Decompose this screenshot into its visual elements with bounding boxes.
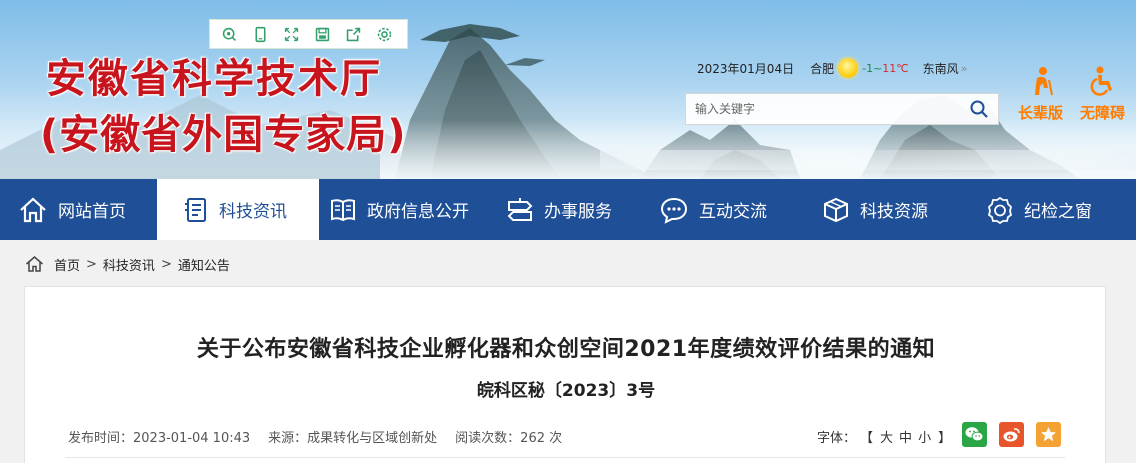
elder-icon xyxy=(1034,67,1053,96)
header-banner: 安徽省科学技术厅 (安徽省外国专家局) 2023年01月04日 合肥 -1~11… xyxy=(0,0,1136,179)
main-nav: 网站首页 科技资讯 政府信息公开 办事服务 互动交流 科技资源 纪检之窗 xyxy=(0,179,1136,240)
search-button[interactable] xyxy=(960,94,998,124)
meta-divider xyxy=(65,457,1065,458)
search-icon xyxy=(970,100,988,118)
save-icon xyxy=(315,27,330,41)
accessibility-button[interactable]: 无障碍 xyxy=(1080,66,1125,123)
font-size-switcher: 字体： 【 大 中 小 】 xyxy=(817,427,955,446)
weather-more-link[interactable]: » xyxy=(961,62,968,75)
fullscreen-button[interactable] xyxy=(276,20,307,48)
home-icon xyxy=(20,197,46,222)
share-wechat-button[interactable] xyxy=(962,422,987,447)
mobile-button[interactable] xyxy=(245,20,276,48)
settings-icon xyxy=(377,27,392,41)
bracket-close: 】 xyxy=(938,431,952,446)
chat-icon xyxy=(660,197,688,224)
temperature-separator: ~ xyxy=(873,61,883,75)
document-number: 皖科区秘〔2023〕3号 xyxy=(476,381,656,401)
temperature-high: 11℃ xyxy=(882,61,909,75)
nav-label-discipline: 纪检之窗 xyxy=(1024,202,1092,222)
font-size-label: 字体： xyxy=(817,431,857,446)
site-subtitle: (安徽省外国专家局) xyxy=(40,112,407,158)
site-title: 安徽省科学技术厅 xyxy=(46,56,382,102)
elder-mode-button[interactable]: 长辈版 xyxy=(1018,66,1063,123)
nav-item-home[interactable]: 网站首页 xyxy=(0,179,157,240)
share-button[interactable] xyxy=(338,20,369,48)
page-toolbar xyxy=(209,19,408,49)
nav-item-services[interactable]: 办事服务 xyxy=(489,179,649,240)
article-title: 关于公布安徽省科技企业孵化器和众创空间2021年度绩效评价结果的通知 xyxy=(196,337,936,362)
current-date: 2023年01月04日 xyxy=(697,61,795,76)
mobile-icon xyxy=(255,26,266,42)
nav-label-gov-info: 政府信息公开 xyxy=(367,202,469,222)
book-icon xyxy=(331,198,355,221)
nav-label-home: 网站首页 xyxy=(58,202,126,222)
search-input[interactable] xyxy=(686,94,960,124)
signpost-icon xyxy=(507,197,533,221)
nav-item-resources[interactable]: 科技资源 xyxy=(812,179,974,240)
fullscreen-icon xyxy=(284,27,299,41)
breadcrumb-notices[interactable]: 通知公告 xyxy=(178,255,230,274)
nav-item-discipline[interactable]: 纪检之窗 xyxy=(974,179,1136,240)
document-icon xyxy=(185,197,206,222)
nav-item-tech-news[interactable]: 科技资讯 xyxy=(157,179,319,240)
qr-code-icon xyxy=(222,27,236,41)
article-meta: 发布时间：2023-01-04 10:43 来源：成果转化与区域创新处 阅读次数… xyxy=(68,427,580,446)
nav-label-interaction: 互动交流 xyxy=(699,202,767,222)
star-icon xyxy=(1041,427,1056,442)
nav-label-resources: 科技资源 xyxy=(860,202,928,222)
breadcrumb-separator: > xyxy=(86,256,97,272)
weather-widget: 2023年01月04日 合肥 -1~11℃ 东南风 » xyxy=(697,58,967,78)
wechat-icon xyxy=(965,427,984,442)
nav-item-gov-info[interactable]: 政府信息公开 xyxy=(319,179,489,240)
save-button[interactable] xyxy=(307,20,338,48)
font-medium-button[interactable]: 中 xyxy=(899,427,912,446)
wind-direction: 东南风 xyxy=(922,61,959,76)
elder-mode-label: 长辈版 xyxy=(1018,104,1064,122)
weather-city: 合肥 xyxy=(810,61,835,76)
breadcrumb-home[interactable]: 首页 xyxy=(54,255,80,274)
temperature: -1~11℃ xyxy=(862,62,909,75)
share-icon xyxy=(346,27,361,41)
search-box xyxy=(685,93,999,125)
nav-label-services: 办事服务 xyxy=(544,202,612,222)
favorite-button[interactable] xyxy=(1036,422,1061,447)
badge-icon xyxy=(987,196,1013,224)
breadcrumb-tech-news[interactable]: 科技资讯 xyxy=(103,255,155,274)
share-weibo-button[interactable] xyxy=(999,422,1024,447)
qr-code-button[interactable] xyxy=(214,20,245,48)
publish-time: 发布时间：2023-01-04 10:43 xyxy=(68,431,251,446)
weibo-icon xyxy=(1003,428,1020,442)
breadcrumb-home-icon xyxy=(26,256,43,272)
temperature-low: -1 xyxy=(862,61,874,75)
box-icon xyxy=(824,197,848,222)
article-panel: 关于公布安徽省科技企业孵化器和众创空间2021年度绩效评价结果的通知 皖科区秘〔… xyxy=(24,286,1106,463)
breadcrumb-separator: > xyxy=(160,256,172,272)
wheelchair-icon xyxy=(1090,66,1112,96)
article-source: 来源：成果转化与区域创新处 xyxy=(268,431,438,446)
font-large-button[interactable]: 大 xyxy=(880,427,893,446)
sun-icon xyxy=(838,58,859,78)
font-small-button[interactable]: 小 xyxy=(918,427,931,446)
accessibility-label: 无障碍 xyxy=(1080,104,1126,122)
nav-item-interaction[interactable]: 互动交流 xyxy=(649,179,812,240)
breadcrumb: 首页 > 科技资讯 > 通知公告 xyxy=(25,253,230,275)
settings-button[interactable] xyxy=(369,20,400,48)
view-count: 阅读次数：262 次 xyxy=(455,431,563,446)
nav-label-tech-news: 科技资讯 xyxy=(219,202,287,222)
page-root: 安徽省科学技术厅 (安徽省外国专家局) 2023年01月04日 合肥 -1~11… xyxy=(0,0,1136,463)
bracket-open: 【 xyxy=(860,431,874,446)
